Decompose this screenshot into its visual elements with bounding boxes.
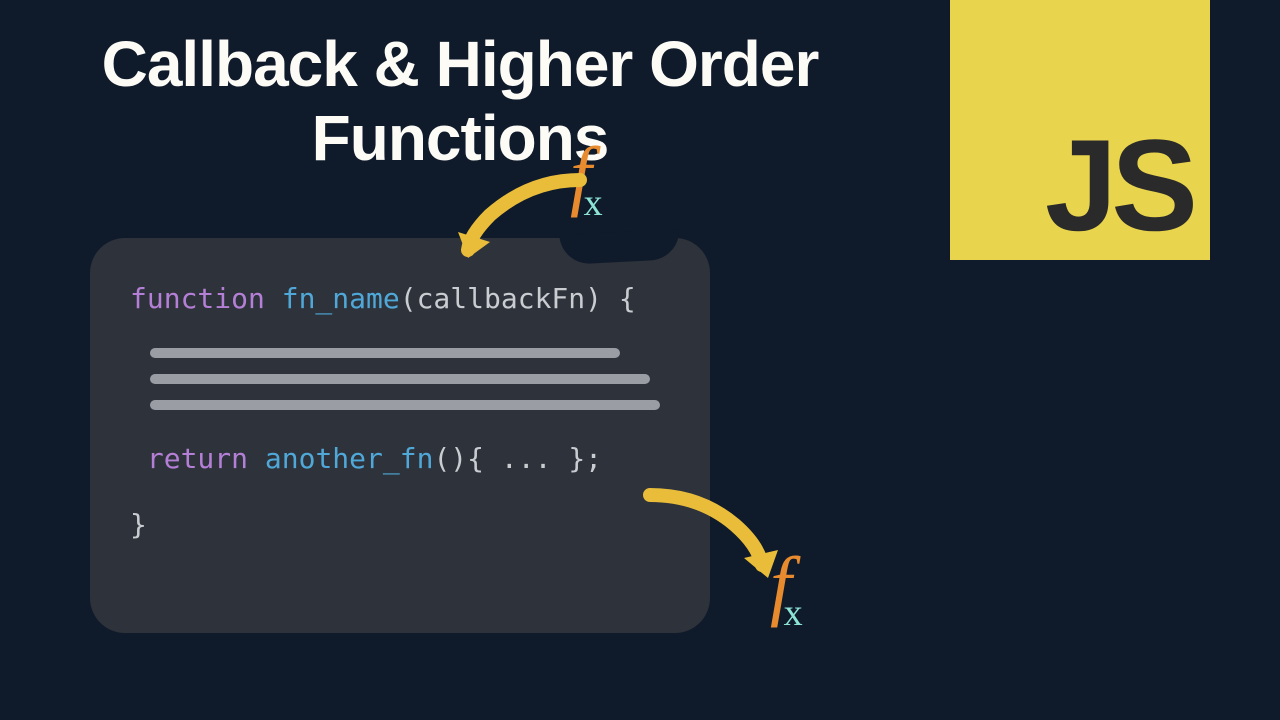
code-line-close: } — [130, 504, 670, 546]
arrow-bottom-icon — [640, 480, 790, 590]
signature-rest: (callbackFn) { — [400, 282, 636, 315]
return-fn-name: another_fn — [248, 442, 433, 475]
placeholder-bar — [150, 374, 650, 384]
placeholder-bar — [150, 348, 620, 358]
return-rest: (){ ... }; — [433, 442, 602, 475]
placeholder-body — [150, 348, 670, 410]
function-name: fn_name — [265, 282, 400, 315]
fx-x-glyph: x — [784, 592, 803, 634]
keyword-return: return — [130, 442, 248, 475]
code-snippet-block: function fn_name(callbackFn) { return an… — [90, 238, 710, 633]
page-title: Callback & Higher Order Functions — [60, 28, 860, 175]
js-logo-badge: JS — [950, 0, 1210, 260]
placeholder-bar — [150, 400, 660, 410]
js-logo-text: JS — [1045, 120, 1192, 250]
code-line-signature: function fn_name(callbackFn) { — [130, 278, 670, 320]
keyword-function: function — [130, 282, 265, 315]
arrow-top-icon — [450, 170, 595, 270]
code-line-return: return another_fn(){ ... }; — [130, 438, 670, 480]
